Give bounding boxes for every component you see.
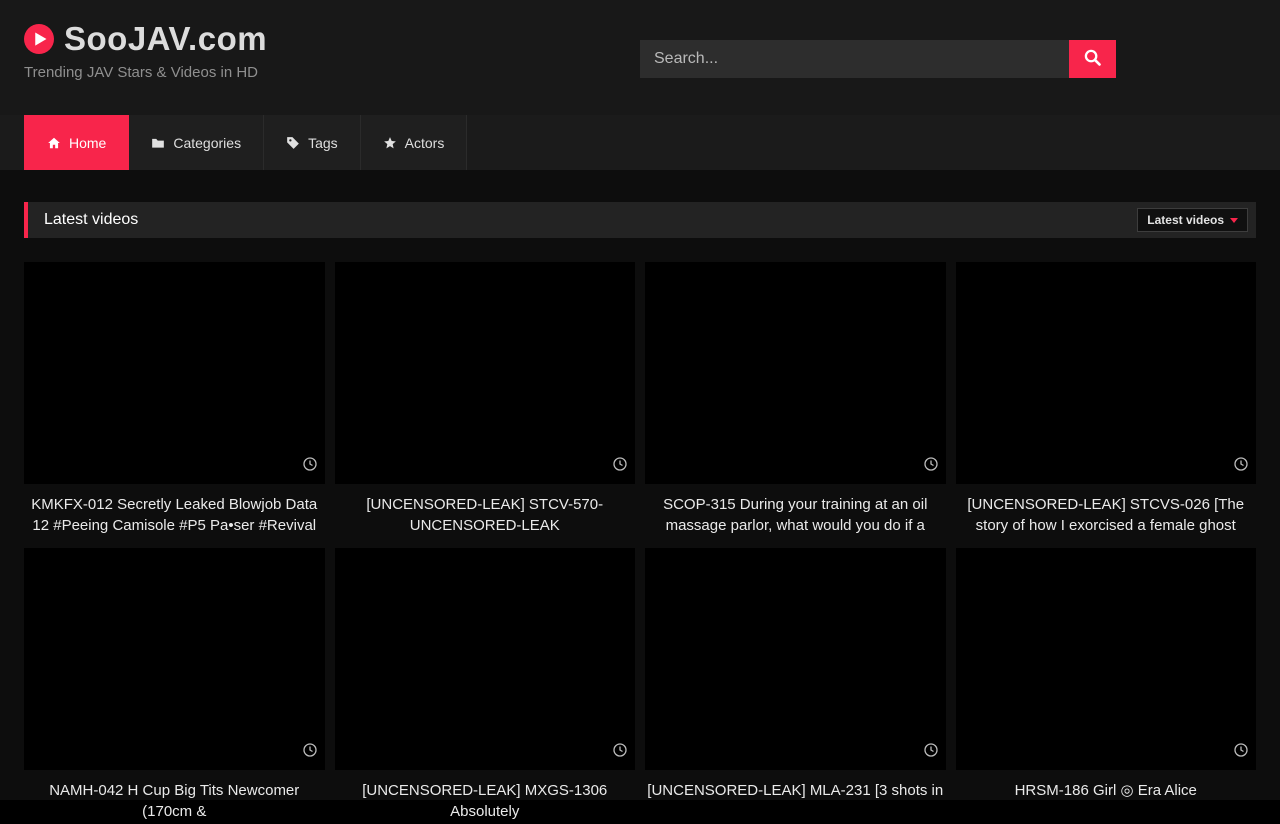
nav-item-label: Tags	[308, 135, 338, 151]
search-icon	[1084, 49, 1101, 69]
tag-icon	[286, 136, 300, 150]
video-thumbnail[interactable]	[24, 548, 325, 770]
video-card[interactable]: SCOP-315 During your training at an oil …	[645, 262, 946, 538]
video-card[interactable]: [UNCENSORED-LEAK] MXGS-1306 Absolutely	[335, 548, 636, 824]
video-thumbnail[interactable]	[24, 262, 325, 484]
video-thumbnail[interactable]	[645, 262, 946, 484]
nav-item-categories[interactable]: Categories	[129, 115, 264, 170]
video-title[interactable]: SCOP-315 During your training at an oil …	[645, 484, 946, 538]
clock-icon	[613, 743, 627, 762]
clock-icon	[303, 457, 317, 476]
nav-item-home[interactable]: Home	[24, 115, 129, 170]
section-title: Latest videos	[44, 211, 138, 229]
video-thumbnail[interactable]	[956, 548, 1257, 770]
nav-item-actors[interactable]: Actors	[361, 115, 468, 170]
video-title[interactable]: [UNCENSORED-LEAK] STCV-570-UNCENSORED-LE…	[335, 484, 636, 538]
video-title[interactable]: [UNCENSORED-LEAK] STCVS-026 [The story o…	[956, 484, 1257, 538]
clock-icon	[1234, 457, 1248, 476]
nav-item-label: Actors	[405, 135, 445, 151]
nav-item-label: Home	[69, 135, 106, 151]
video-title[interactable]: KMKFX-012 Secretly Leaked Blowjob Data 1…	[24, 484, 325, 538]
clock-icon	[1234, 743, 1248, 762]
video-grid: KMKFX-012 Secretly Leaked Blowjob Data 1…	[24, 262, 1256, 824]
folder-icon	[151, 136, 165, 150]
chevron-down-icon	[1230, 218, 1238, 223]
video-title[interactable]: [UNCENSORED-LEAK] MXGS-1306 Absolutely	[335, 770, 636, 824]
clock-icon	[924, 743, 938, 762]
video-thumbnail[interactable]	[335, 548, 636, 770]
nav-item-label: Categories	[173, 135, 241, 151]
video-thumbnail[interactable]	[956, 262, 1257, 484]
site-header: SooJAV.com Trending JAV Stars & Videos i…	[0, 0, 1280, 115]
clock-icon	[924, 457, 938, 476]
home-icon	[47, 136, 61, 150]
sort-dropdown[interactable]: Latest videos	[1137, 208, 1248, 232]
video-thumbnail[interactable]	[645, 548, 946, 770]
video-card[interactable]: [UNCENSORED-LEAK] STCV-570-UNCENSORED-LE…	[335, 262, 636, 538]
video-title[interactable]: NAMH-042 H Cup Big Tits Newcomer (170cm …	[24, 770, 325, 824]
video-title[interactable]: HRSM-186 Girl ◎ Era Alice	[956, 770, 1257, 824]
search-bar	[640, 40, 1116, 78]
clock-icon	[613, 457, 627, 476]
video-card[interactable]: KMKFX-012 Secretly Leaked Blowjob Data 1…	[24, 262, 325, 538]
video-thumbnail[interactable]	[335, 262, 636, 484]
video-title[interactable]: [UNCENSORED-LEAK] MLA-231 [3 shots in	[645, 770, 946, 824]
search-input[interactable]	[640, 40, 1069, 78]
video-card[interactable]: [UNCENSORED-LEAK] STCVS-026 [The story o…	[956, 262, 1257, 538]
play-logo-icon	[24, 24, 54, 54]
main-nav: Home Categories Tags Actors	[0, 115, 1280, 170]
search-button[interactable]	[1069, 40, 1116, 78]
nav-item-tags[interactable]: Tags	[264, 115, 361, 170]
main-content: Latest videos Latest videos KMKFX-012 Se…	[0, 202, 1280, 824]
video-card[interactable]: [UNCENSORED-LEAK] MLA-231 [3 shots in	[645, 548, 946, 824]
clock-icon	[303, 743, 317, 762]
sort-dropdown-label: Latest videos	[1147, 213, 1224, 227]
video-card[interactable]: HRSM-186 Girl ◎ Era Alice	[956, 548, 1257, 824]
section-header: Latest videos Latest videos	[24, 202, 1256, 238]
site-title: SooJAV.com	[64, 20, 267, 58]
star-icon	[383, 136, 397, 150]
video-card[interactable]: NAMH-042 H Cup Big Tits Newcomer (170cm …	[24, 548, 325, 824]
